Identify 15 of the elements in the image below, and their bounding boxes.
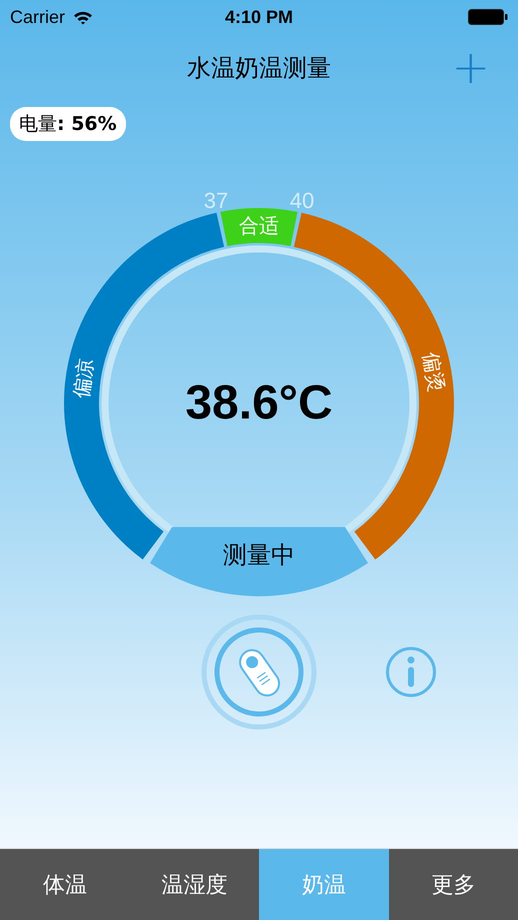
status-time: 4:10 PM	[224, 6, 294, 28]
battery-icon	[468, 9, 508, 25]
tick-label: 40	[290, 188, 314, 214]
sensor-button[interactable]	[201, 614, 317, 730]
temperature-reading: 38.6°C	[185, 376, 333, 430]
segment-label: 偏烫	[418, 350, 450, 394]
segment-label: 合适	[239, 214, 279, 238]
carrier-label: Carrier	[10, 6, 66, 28]
page-title: 水温奶温测量	[187, 53, 331, 84]
status-label: 测量中	[223, 541, 295, 569]
tick-label: 37	[204, 188, 228, 214]
info-icon[interactable]	[385, 646, 437, 698]
segment-label: 偏凉	[68, 356, 98, 400]
wifi-icon	[73, 10, 94, 24]
battery-level-badge: 电量: 56%	[10, 107, 126, 141]
